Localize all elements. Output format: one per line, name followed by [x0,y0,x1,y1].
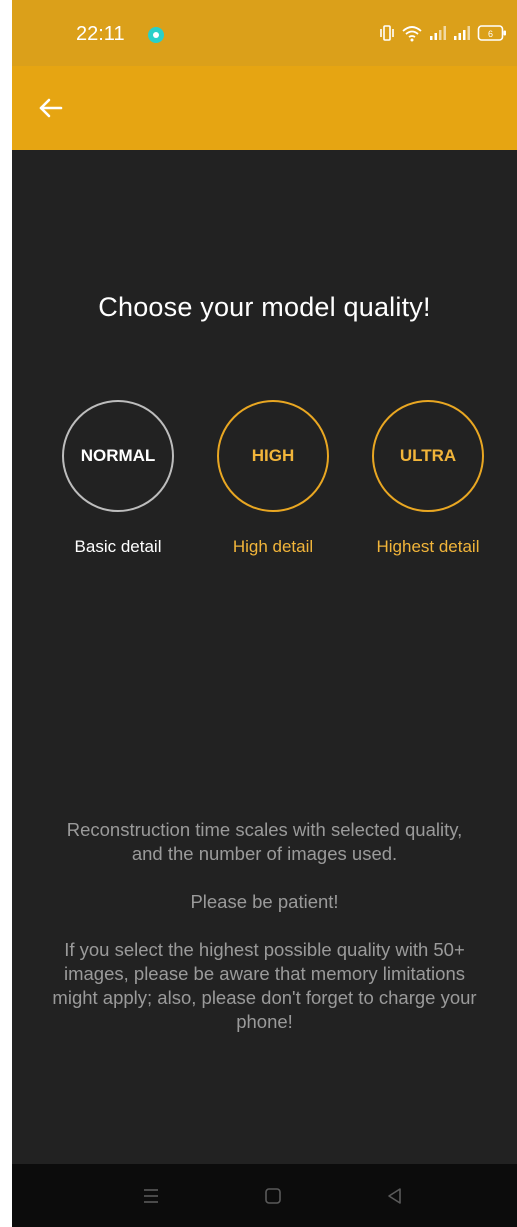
battery-level: 6 [488,29,493,39]
back-button[interactable] [32,88,72,128]
option-caption: Highest detail [376,537,480,556]
vibrate-icon [380,25,394,41]
normal-quality-button[interactable]: NORMAL [62,400,174,512]
signal-icon [430,26,446,40]
navigation-bar [12,1164,517,1227]
page-title: Choose your model quality! [98,292,431,322]
quality-option-high[interactable]: HIGH High detail [198,400,348,557]
home-button[interactable] [258,1182,288,1210]
battery-icon: 6 [477,25,506,41]
status-time: 22:11 [76,23,125,45]
info-line: If you select the highest possible quali… [52,939,477,1032]
wifi-icon [402,26,422,42]
app-screen: 22:11 6 Choose your model quality! NORMA… [12,0,517,1227]
system-back-button[interactable] [380,1182,410,1210]
info-text: Reconstruction time scales with selected… [52,818,477,1058]
option-label: NORMAL [80,446,156,465]
notification-icon [148,27,164,43]
quality-option-normal[interactable]: NORMAL Basic detail [43,400,193,557]
home-icon [265,1188,281,1204]
ultra-quality-button[interactable]: ULTRA [372,400,484,512]
high-quality-button[interactable]: HIGH [217,400,329,512]
option-label: ULTRA [399,446,457,465]
signal-icon [454,26,470,40]
status-icons: 6 [379,22,507,44]
info-line: Please be patient! [190,891,339,912]
option-caption: Basic detail [74,537,162,556]
option-caption: High detail [232,537,314,556]
option-label: HIGH [251,446,295,465]
arrow-left-icon [39,98,63,118]
toolbar [12,66,517,150]
status-bar: 22:11 6 [12,0,517,66]
back-triangle-icon [388,1188,401,1204]
menu-button[interactable] [136,1182,166,1210]
quality-option-ultra[interactable]: ULTRA Highest detail [353,400,503,557]
menu-icon [144,1189,158,1203]
info-line: Reconstruction time scales with selected… [66,819,463,864]
